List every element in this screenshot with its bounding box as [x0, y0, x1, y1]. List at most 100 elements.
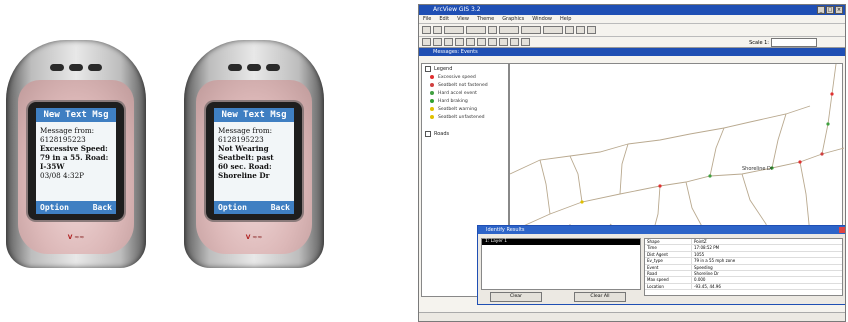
maximize-button[interactable]: □	[826, 6, 834, 14]
message-line: Seatbelt: past	[218, 153, 274, 162]
identify-tool[interactable]	[422, 38, 431, 46]
back-softkey[interactable]: Back	[93, 201, 112, 214]
legend-theme-header[interactable]: Roads	[422, 129, 508, 138]
menu-file[interactable]: File	[423, 15, 431, 23]
title-bar: ArcView GIS 3.2 _ □ ×	[419, 5, 845, 15]
attribute-name: Event	[645, 264, 692, 270]
measure-tool[interactable]	[488, 38, 497, 46]
label-tool[interactable]	[499, 38, 508, 46]
phone-screen: New Text Msg Message from: 6128195223 Ex…	[36, 108, 116, 214]
option-softkey[interactable]: Option	[40, 201, 69, 214]
menu-view[interactable]: View	[457, 15, 469, 23]
message-line: 6128195223	[218, 135, 264, 144]
draw-tool[interactable]	[521, 38, 530, 46]
menu-theme[interactable]: Theme	[477, 15, 494, 23]
zoom-full-button[interactable]	[488, 26, 497, 34]
attribute-value: PointZ	[694, 239, 707, 244]
attribute-name: Location	[645, 283, 692, 290]
attribute-value: 17:08:52 PM	[694, 245, 720, 251]
carrier-logo: V ≈≈	[245, 234, 263, 241]
vertex-tool[interactable]	[444, 38, 453, 46]
legend-theme-header[interactable]: Legend	[422, 64, 508, 73]
legend-theme-label: Roads	[434, 130, 450, 137]
screen-bezel: New Text Msg Message from: 6128195223 No…	[206, 102, 302, 220]
menu-edit[interactable]: Edit	[439, 15, 449, 23]
theme-visibility-checkbox[interactable]	[425, 65, 431, 72]
phone-2: New Text Msg Message from: 6128195223 No…	[184, 40, 324, 268]
road-label: Shoreline Dr	[742, 166, 774, 172]
legend-item: Excessive speed	[422, 73, 508, 81]
softkey-bar: Option Back	[214, 201, 294, 214]
scale-label: Scale 1:	[749, 39, 769, 46]
speaker-grille	[50, 64, 102, 72]
message-line: Shoreline Dr	[218, 171, 270, 180]
close-button[interactable]: ×	[835, 6, 843, 14]
pan-tool[interactable]	[477, 38, 486, 46]
identify-feature-list[interactable]: 1: Layer 1	[481, 238, 641, 290]
message-header: New Text Msg	[214, 108, 294, 122]
zoom-out-tool[interactable]	[466, 38, 475, 46]
menu-bar: File Edit View Theme Graphics Window Hel…	[419, 15, 845, 23]
dialog-close-icon[interactable]	[839, 227, 845, 233]
clear-all-button[interactable]: Clear All	[574, 292, 626, 302]
message-line: 60 sec. Road:	[218, 162, 272, 171]
phone-1: New Text Msg Message from: 6128195223 Ex…	[6, 40, 146, 268]
legend-item-label: Hard accel event	[438, 90, 477, 96]
theme-visibility-checkbox[interactable]	[425, 130, 431, 137]
attribute-value: Shoreline Dr	[694, 270, 719, 276]
text-tool[interactable]	[510, 38, 519, 46]
option-softkey[interactable]: Option	[218, 201, 247, 214]
legend-item: Seatbelt warning	[422, 105, 508, 113]
scale-input[interactable]	[771, 38, 817, 47]
minimize-button[interactable]: _	[817, 6, 825, 14]
zoom-in-tool[interactable]	[455, 38, 464, 46]
help-tool-button[interactable]	[587, 26, 596, 34]
window-title: ArcView GIS 3.2	[433, 6, 481, 13]
button-bar	[419, 23, 845, 36]
attribute-table: Shape PointZ Time 17:08:52 PM Dist Agent 10…	[644, 238, 843, 296]
menu-help[interactable]: Help	[560, 15, 571, 23]
locate-button[interactable]	[576, 26, 585, 34]
softkey-bar: Option Back	[36, 201, 116, 214]
attribute-value: 1055	[694, 251, 705, 257]
legend-symbol-icon	[430, 107, 434, 111]
theme-properties-button[interactable]	[444, 26, 464, 34]
attribute-name: Shape	[645, 239, 692, 245]
legend-symbol-icon	[430, 75, 434, 79]
query-builder-button[interactable]	[543, 26, 563, 34]
legend-item-label: Seatbelt unfastened	[438, 114, 485, 120]
gis-app-window: ArcView GIS 3.2 _ □ × File Edit View The…	[418, 4, 846, 322]
back-softkey[interactable]: Back	[271, 201, 290, 214]
legend-editor-button[interactable]	[466, 26, 486, 34]
attribute-value: 0.000	[694, 277, 706, 283]
list-item-selected[interactable]: 1: Layer 1	[482, 239, 640, 245]
legend-item: Hard accel event	[422, 89, 508, 97]
menu-graphics[interactable]: Graphics	[502, 15, 524, 23]
legend-symbol-icon	[430, 115, 434, 119]
phone-screen: New Text Msg Message from: 6128195223 No…	[214, 108, 294, 214]
menu-window[interactable]: Window	[532, 15, 552, 23]
clear-button[interactable]: Clear	[490, 292, 542, 302]
message-line: Not Wearing	[218, 144, 269, 153]
view-window-title: Messages: Events	[433, 49, 478, 55]
attribute-name: Ev_type	[645, 258, 692, 264]
find-button[interactable]	[565, 26, 574, 34]
message-line: 6128195223	[40, 135, 86, 144]
legend-symbol-icon	[430, 99, 434, 103]
legend-item-label: Seatbelt warning	[438, 106, 478, 112]
legend-symbol-icon	[430, 83, 434, 87]
attribute-value: Speeding	[694, 264, 713, 270]
legend-item: Seatbelt unfastened	[422, 113, 508, 121]
attribute-name: Road	[645, 270, 692, 277]
legend-item: Seatbelt not fastened	[422, 81, 508, 89]
zoom-active-button[interactable]	[499, 26, 519, 34]
pointer-tool[interactable]	[433, 38, 442, 46]
attribute-value: -93.45, 44.96	[694, 283, 721, 289]
message-line: Message from:	[40, 126, 95, 135]
dialog-title-bar: Identify Results	[478, 226, 845, 234]
select-features-button[interactable]	[521, 26, 541, 34]
save-tool-button[interactable]	[422, 26, 431, 34]
legend-item: Hard braking	[422, 97, 508, 105]
message-line: I-35W	[40, 162, 65, 171]
add-theme-button[interactable]	[433, 26, 442, 34]
